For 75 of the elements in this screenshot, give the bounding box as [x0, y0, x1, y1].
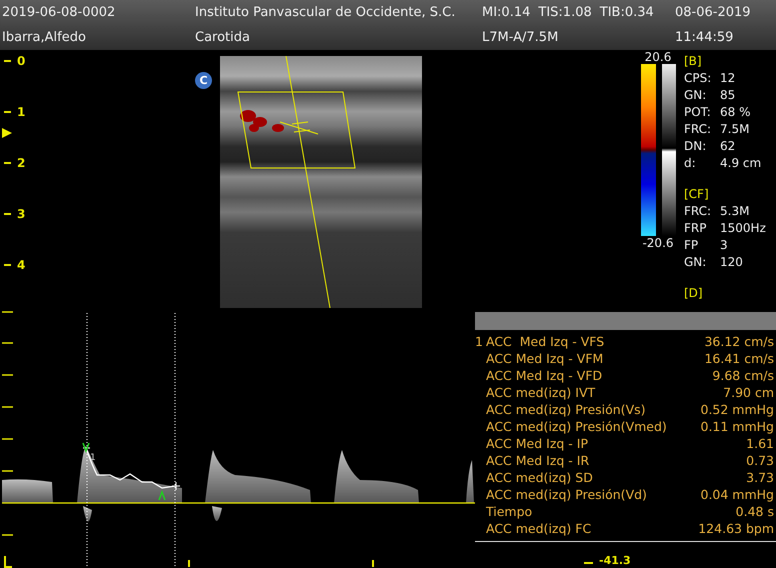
parameter-value: 4.9 cm — [720, 155, 762, 172]
measurement-label: ACC Med Izq - VFD — [486, 367, 604, 384]
measurement-label: ACC med(izq) FC — [486, 520, 592, 537]
measurement-label: ACC Med Izq - IR — [486, 452, 590, 469]
patient-id: 2019-06-08-0002 — [2, 5, 116, 20]
measurement-value: 7.90 cm — [723, 384, 775, 401]
measurement-value: 0.11 mmHg — [700, 418, 775, 435]
section-title: [B] — [684, 53, 703, 70]
parameter-label: FRC: — [684, 203, 712, 220]
measurement-value: 0.73 — [746, 452, 775, 469]
parameter-label: FRC: — [684, 121, 712, 138]
patient-name: Ibarra,Alfedo — [2, 30, 87, 45]
mode-badge: C — [195, 72, 212, 89]
parameter-value: 120 — [720, 254, 743, 271]
trace-label: 1 — [90, 453, 96, 463]
parameter-value: 85 — [720, 87, 736, 104]
parameter-label: d: — [684, 155, 697, 172]
measurement-label: ACC Med Izq - VFS — [486, 333, 606, 350]
parameter-label: FRP — [684, 220, 708, 237]
parameter-value: 5.3M — [720, 203, 750, 220]
acoustic-index: MI:0.14 — [482, 5, 530, 20]
depth-label: 1 — [17, 104, 26, 120]
measurement-value: 16.41 cm/s — [704, 350, 775, 367]
measurement-value: 1.61 — [746, 435, 775, 452]
measurement-label: ACC med(izq) SD — [486, 469, 594, 486]
focus-marker-icon — [2, 128, 12, 138]
depth-tick — [4, 264, 11, 266]
parameter-value: 62 — [720, 138, 736, 155]
measurement-label: ACC Med Izq - IP — [486, 435, 590, 452]
parameter-label: FP — [684, 237, 700, 254]
measurement-value: 0.52 mmHg — [700, 401, 775, 418]
parameter-label: POT: — [684, 104, 712, 121]
measurement-value: 124.63 bpm — [698, 520, 775, 537]
exam-type: Carotida — [195, 30, 251, 45]
measurement-index: 1 — [475, 333, 484, 350]
probe-frequency: L7M-A/7.5M — [482, 30, 560, 45]
parameter-label: GN: — [684, 254, 708, 271]
institution-name: Instituto Panvascular de Occidente, S.C. — [195, 5, 456, 20]
measurement-label: ACC med(izq) Presión(Vd) — [486, 486, 648, 503]
depth-tick — [4, 111, 11, 113]
measurement-value: 0.04 mmHg — [700, 486, 775, 503]
measurement-label: ACC Med Izq - VFM — [486, 350, 604, 367]
depth-label: 4 — [17, 257, 26, 273]
measurement-label: Tiempo — [486, 503, 534, 520]
acoustic-index: TIB:0.34 — [600, 5, 654, 20]
measurement-label: ACC med(izq) Presión(Vs) — [486, 401, 647, 418]
measurement-value: 9.68 cm/s — [712, 367, 775, 384]
measurement-value: 3.73 — [746, 469, 775, 486]
scale-tick — [584, 562, 593, 564]
measurement-label: ACC med(izq) IVT — [486, 384, 596, 401]
depth-label: 0 — [17, 53, 26, 69]
parameter-label: DN: — [684, 138, 708, 155]
section-title: [CF] — [684, 186, 710, 203]
depth-tick — [4, 162, 11, 164]
parameter-value: 1500Hz — [720, 220, 766, 237]
depth-label: 2 — [17, 155, 26, 171]
parameter-value: 3 — [720, 237, 728, 254]
parameter-label: GN: — [684, 87, 708, 104]
depth-tick — [4, 213, 11, 215]
scale-min-label: -20.6 — [642, 236, 674, 250]
measurement-label: ACC med(izq) Presión(Vmed) — [486, 418, 668, 435]
measurement-value: 36.12 cm/s — [704, 333, 775, 350]
velocity-scale-label: -41.3 — [599, 554, 631, 567]
parameter-value: 7.5M — [720, 121, 750, 138]
parameter-value: 12 — [720, 70, 736, 87]
exam-date: 08-06-2019 — [675, 5, 752, 20]
parameter-label: CPS: — [684, 70, 712, 87]
depth-label: 3 — [17, 206, 26, 222]
section-title: [D] — [684, 285, 704, 302]
acoustic-index: TIS:1.08 — [538, 5, 592, 20]
depth-tick — [4, 60, 11, 62]
parameter-value: 68 % — [720, 104, 750, 121]
exam-time: 11:44:59 — [675, 30, 734, 45]
scale-max-label: 20.6 — [644, 50, 672, 64]
measurement-value: 0.48 s — [736, 503, 775, 520]
